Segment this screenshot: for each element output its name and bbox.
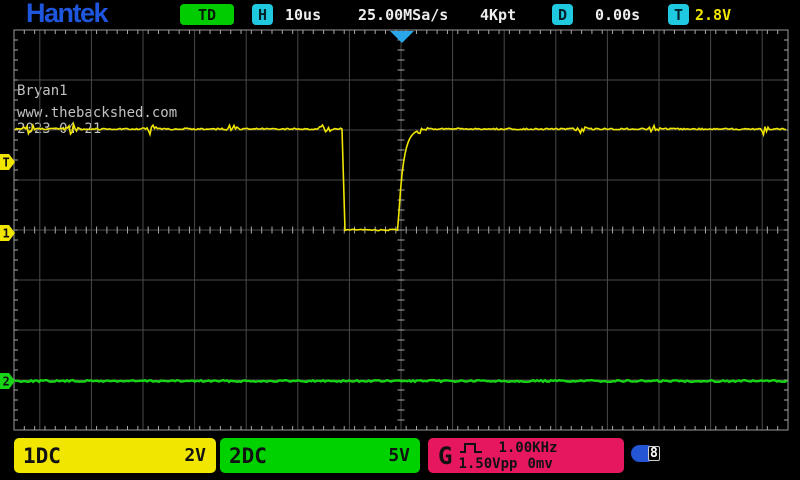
generator-offset: 0mv	[527, 456, 552, 472]
ch1-zero-marker-label: 1	[3, 227, 10, 241]
channel1-coupling-label: 1DC	[14, 444, 61, 468]
bottom-status-bar: 1DC 2V 2DC 5V G 1.00KHz 1.50Vpp	[0, 436, 800, 480]
ch2-zero-marker-label: 2	[3, 375, 10, 389]
square-wave-icon	[458, 441, 488, 454]
oscilloscope-screen: Hantek TD H 10us 25.00MSa/s 4Kpt D 0.00s…	[0, 0, 800, 480]
generator-frequency: 1.00KHz	[498, 440, 557, 456]
usb-digit-label: 8	[648, 446, 660, 461]
channel1-scale-value: 2V	[184, 445, 216, 466]
usb-device-icon: 8	[631, 445, 660, 462]
channel2-coupling-label: 2DC	[220, 444, 267, 468]
generator-label: G	[428, 442, 458, 470]
channel2-scale-value: 5V	[388, 445, 420, 466]
channel1-status-box[interactable]: 1DC 2V	[14, 438, 216, 473]
generator-status-box[interactable]: G 1.00KHz 1.50Vpp 0mv	[428, 438, 624, 473]
trigger-level-marker-label: T	[3, 156, 10, 170]
channel2-status-box[interactable]: 2DC 5V	[220, 438, 420, 473]
waveform-display: T 1 2	[0, 0, 800, 480]
ch2-trace	[15, 380, 787, 382]
trigger-position-marker[interactable]	[390, 31, 414, 43]
generator-amplitude: 1.50Vpp	[458, 456, 517, 472]
